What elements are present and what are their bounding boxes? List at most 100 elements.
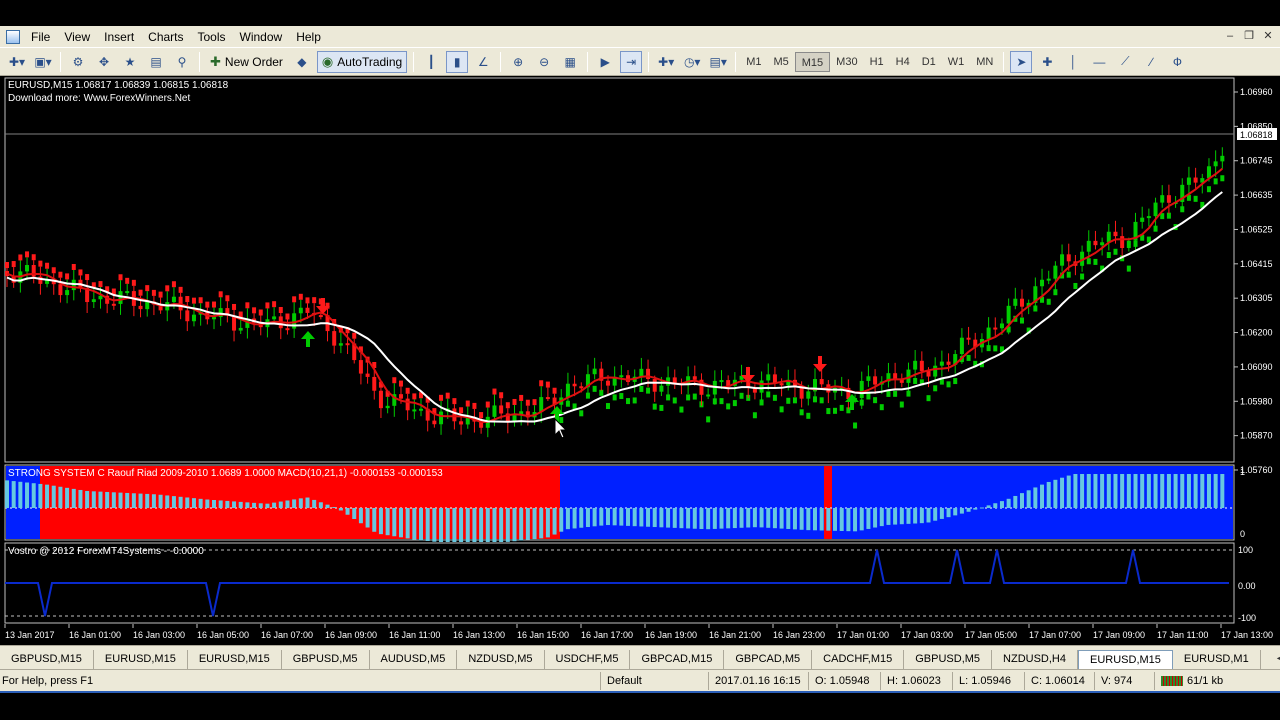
histogram-bar <box>846 508 851 532</box>
candlestick-icon[interactable]: ▮ <box>446 50 469 73</box>
histogram-bar <box>726 508 731 529</box>
chart-tab[interactable]: GBPCAD,M15 <box>630 650 725 669</box>
chart-tab[interactable]: GBPUSD,M5 <box>904 650 993 669</box>
chart-tab[interactable]: EURUSD,M15 <box>1078 650 1173 670</box>
timeframe-m5[interactable]: M5 <box>767 52 794 72</box>
zoom-out-icon[interactable]: ⊖ <box>533 51 555 73</box>
new-order-button[interactable]: ✚ New Order <box>206 51 287 73</box>
histogram-bar <box>966 508 971 512</box>
menu-insert[interactable]: Insert <box>97 30 141 44</box>
connection-status[interactable]: 61/1 kb <box>1154 671 1280 690</box>
red-dot <box>405 387 410 394</box>
templates-icon[interactable]: ▤▾ <box>707 51 729 73</box>
histogram-bar <box>906 508 911 524</box>
red-dot <box>171 281 176 288</box>
chart-tab[interactable]: NZDUSD,M5 <box>457 650 545 669</box>
chart-tab[interactable]: EURUSD,M15 <box>188 650 282 669</box>
bar-chart-icon[interactable]: ┃ <box>420 51 442 73</box>
channel-icon[interactable]: ∕ <box>1140 51 1162 73</box>
histogram-bar <box>18 481 23 508</box>
chart-tab[interactable]: EURUSD,M15 <box>94 650 188 669</box>
candle-body <box>1220 155 1225 162</box>
green-dot <box>953 378 958 385</box>
zoom-in-icon[interactable]: ⊕ <box>507 51 529 73</box>
terminal-icon[interactable]: ▤ <box>145 51 167 73</box>
trendline-icon[interactable]: ⟋ <box>1114 51 1136 73</box>
menu-help[interactable]: Help <box>289 30 328 44</box>
histogram-bar <box>499 508 504 542</box>
chart-tab[interactable]: GBPUSD,M5 <box>282 650 370 669</box>
candle-body <box>565 383 570 398</box>
green-dot <box>833 407 838 414</box>
data-window-icon[interactable]: ✥ <box>93 51 115 73</box>
timeframe-m15[interactable]: M15 <box>794 51 831 72</box>
menu-view[interactable]: View <box>57 30 97 44</box>
autoscroll-icon[interactable]: ▶ <box>594 51 616 73</box>
profiles-icon[interactable]: ▣▾ <box>32 51 54 73</box>
green-dot <box>1206 186 1211 193</box>
vertical-line-icon[interactable]: │ <box>1062 51 1084 73</box>
chart-tab[interactable]: NZDUSD,H4 <box>992 650 1078 669</box>
chart-shift-icon[interactable]: ⇥ <box>620 50 643 73</box>
histogram-bar <box>165 495 170 508</box>
horizontal-line-icon[interactable]: — <box>1088 51 1110 73</box>
tile-windows-icon[interactable]: ▦ <box>559 51 581 73</box>
chart-tab[interactable]: GBPUSD,M15 <box>0 650 94 669</box>
market-watch-icon[interactable]: ⚙ <box>67 51 89 73</box>
periodicity-icon[interactable]: ◷▾ <box>681 51 703 73</box>
crosshair-icon[interactable]: ✚ <box>1036 51 1058 73</box>
price-chart-svg[interactable]: 1.069601.068501.067451.066351.065251.064… <box>0 76 1280 645</box>
red-dot <box>465 400 470 407</box>
chart-tab[interactable]: CADCHF,M15 <box>812 650 905 669</box>
minimize-icon[interactable]: – <box>1222 30 1238 44</box>
red-dot <box>285 313 290 320</box>
candle-body <box>1153 202 1158 217</box>
menu-tools[interactable]: Tools <box>191 30 233 44</box>
histogram-bar <box>652 508 657 528</box>
chart-window[interactable]: 1.06960 1.06850 1.06745 1.06635 1.06525 1.064… <box>0 76 1280 645</box>
indicators-icon[interactable]: ✚▾ <box>655 51 677 73</box>
red-dot <box>445 392 450 399</box>
menu-file[interactable]: File <box>24 30 57 44</box>
histogram-bar <box>866 508 871 529</box>
restore-icon[interactable]: ❐ <box>1241 30 1257 44</box>
close-icon[interactable]: ✕ <box>1260 30 1276 44</box>
time-axis-label: 16 Jan 13:00 <box>453 630 505 640</box>
timeframe-d1[interactable]: D1 <box>916 52 942 72</box>
price-axis-label: 1.06525 <box>1240 224 1273 234</box>
candle-body <box>1146 216 1151 219</box>
green-dot <box>1046 298 1051 305</box>
chart-tab[interactable]: EURUSD,M1 <box>1173 650 1261 669</box>
chart-tab[interactable]: GBPCAD,M5 <box>724 650 813 669</box>
green-dot <box>993 345 998 352</box>
candle-body <box>1013 298 1018 306</box>
profile-name[interactable]: Default <box>600 671 708 690</box>
timeframe-h1[interactable]: H1 <box>864 52 890 72</box>
histogram-bar <box>1086 474 1091 508</box>
timeframe-m1[interactable]: M1 <box>740 52 767 72</box>
timeframe-h4[interactable]: H4 <box>890 52 916 72</box>
histogram-bar <box>38 483 43 508</box>
timeframe-m30[interactable]: M30 <box>830 52 863 72</box>
timeframe-w1[interactable]: W1 <box>942 52 971 72</box>
menu-charts[interactable]: Charts <box>141 30 190 44</box>
histogram-bar <box>85 491 90 508</box>
chart-tab[interactable]: AUDUSD,M5 <box>370 650 458 669</box>
tester-icon[interactable]: ⚲ <box>171 51 193 73</box>
autotrading-button[interactable]: ◉ AutoTrading <box>316 50 408 73</box>
menu-window[interactable]: Window <box>233 30 290 44</box>
time-axis-label: 17 Jan 01:00 <box>837 630 889 640</box>
candle-body <box>806 391 811 399</box>
candle-body <box>652 379 657 392</box>
fibonacci-icon[interactable]: Ф <box>1166 51 1188 73</box>
histogram-bar <box>51 485 56 508</box>
line-chart-icon[interactable]: ∠ <box>472 51 494 73</box>
cursor-icon[interactable]: ➤ <box>1010 50 1033 73</box>
candle-body <box>859 380 864 399</box>
candle-body <box>345 343 350 346</box>
new-chart-icon[interactable]: ✚▾ <box>6 51 28 73</box>
metaeditor-icon[interactable]: ◆ <box>291 51 313 73</box>
chart-tab[interactable]: USDCHF,M5 <box>545 650 631 669</box>
timeframe-mn[interactable]: MN <box>970 52 999 72</box>
navigator-icon[interactable]: ★ <box>119 51 141 73</box>
